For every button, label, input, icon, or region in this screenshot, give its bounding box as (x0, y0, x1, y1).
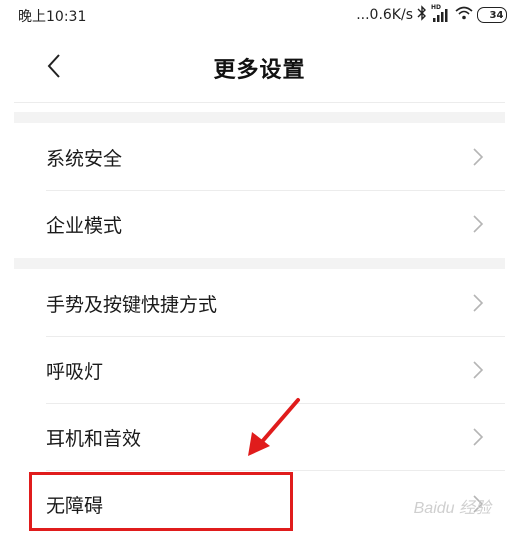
wifi-icon (455, 6, 473, 24)
list-item-label: 呼吸灯 (46, 360, 104, 383)
list-item-headphones-audio[interactable]: 耳机和音效 (14, 404, 505, 470)
list-item-enterprise-mode[interactable]: 企业模式 (14, 191, 505, 257)
bluetooth-icon (417, 5, 427, 25)
list-item-label: 耳机和音效 (46, 427, 142, 450)
list-item-gesture-shortcuts[interactable]: 手势及按键快捷方式 (14, 270, 505, 336)
page-title: 更多设置 (213, 58, 306, 83)
list-item-label: 无障碍 (46, 494, 104, 517)
list-item-label: 手势及按键快捷方式 (46, 293, 218, 316)
status-time: 晚上10:31 (18, 9, 87, 25)
section-gap (14, 112, 505, 123)
divider (14, 102, 505, 103)
chevron-right-icon (473, 361, 484, 379)
list-item-system-security[interactable]: 系统安全 (14, 124, 505, 190)
network-speed: ...0.6K/s (356, 7, 413, 23)
status-icons: ...0.6K/s HD 34 (356, 4, 507, 25)
chevron-right-icon (473, 215, 484, 233)
list-item-label: 企业模式 (46, 214, 123, 237)
battery-icon: 34 (477, 7, 507, 23)
status-bar: 晚上10:31 ...0.6K/s HD 34 (0, 0, 519, 30)
nav-header: 更多设置 (0, 30, 519, 102)
chevron-right-icon (473, 428, 484, 446)
list-item-label: 系统安全 (46, 147, 123, 170)
watermark: Baidu 经验 (413, 500, 491, 517)
chevron-right-icon (473, 294, 484, 312)
signal-hd-badge: HD (431, 4, 442, 11)
list-item-notification-light[interactable]: 呼吸灯 (14, 337, 505, 403)
battery-level: 34 (489, 9, 504, 21)
chevron-right-icon (473, 148, 484, 166)
section-gap (14, 258, 505, 269)
signal-icon: HD (431, 4, 451, 23)
